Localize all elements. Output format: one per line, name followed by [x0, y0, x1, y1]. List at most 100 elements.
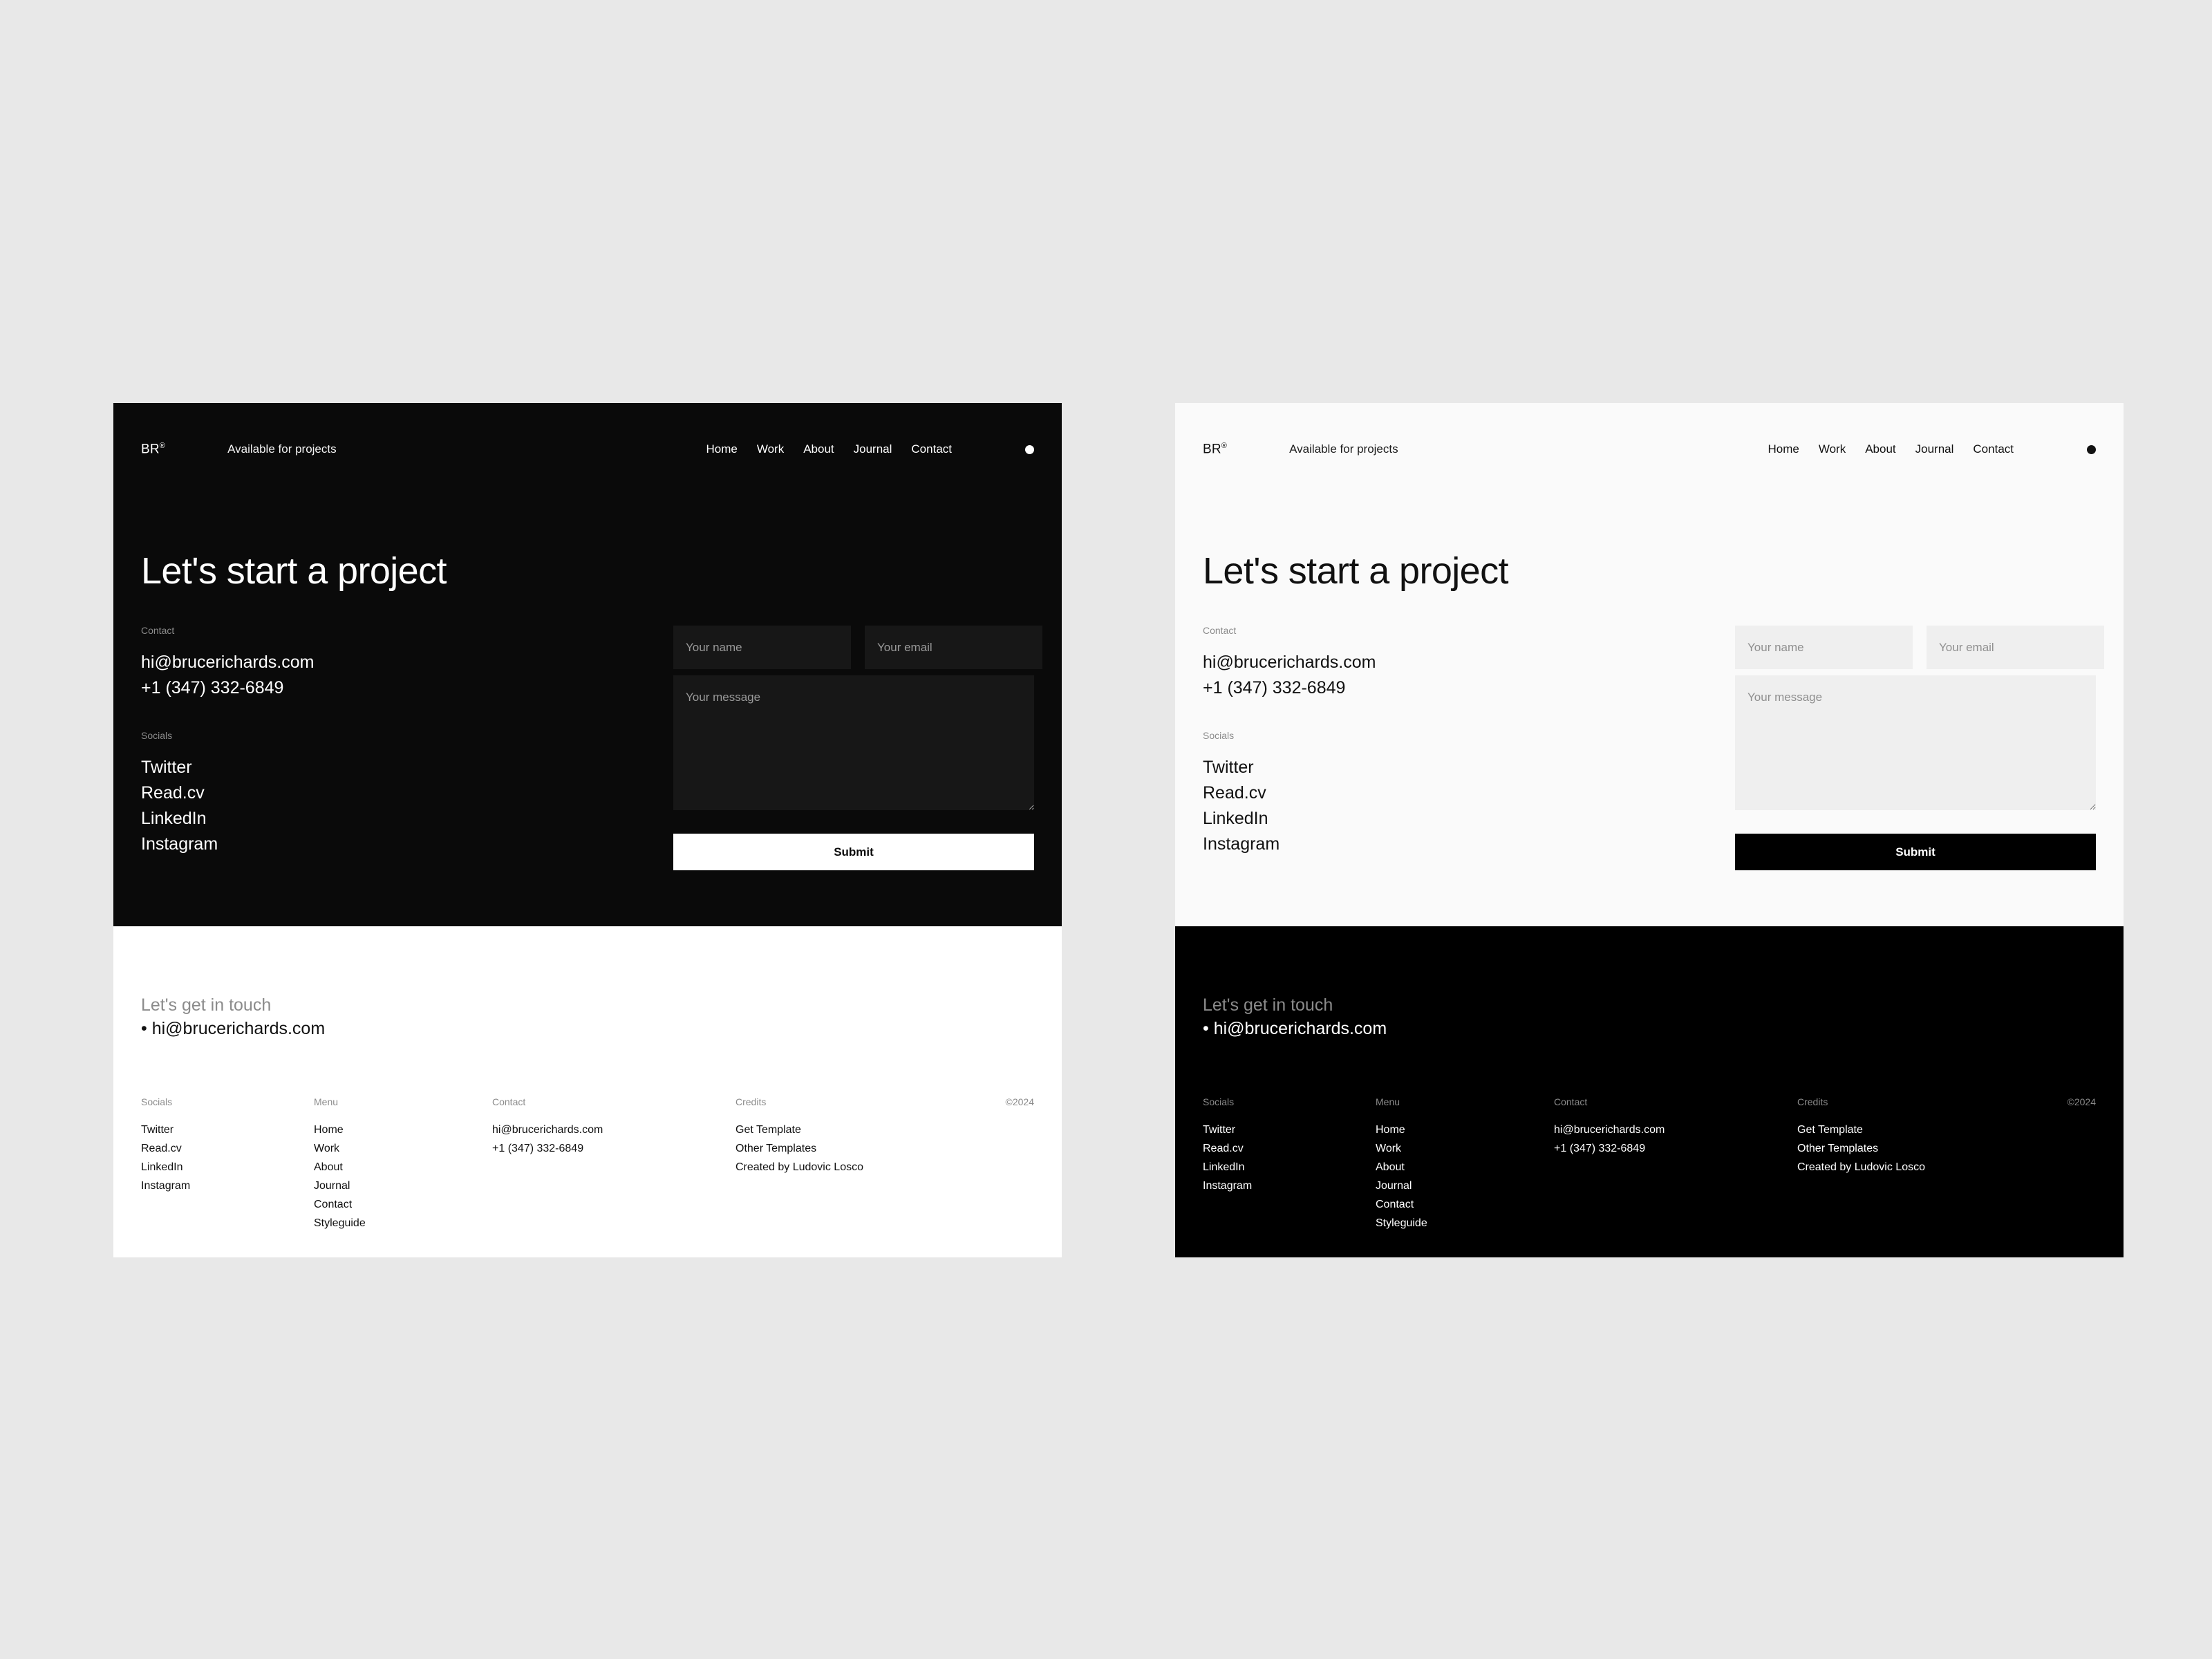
footer-menu-styleguide[interactable]: Styleguide: [1376, 1214, 1554, 1232]
footer-menu-heading: Menu: [1376, 1096, 1400, 1107]
nav-item-home[interactable]: Home: [706, 442, 737, 456]
availability-status: Available for projects: [1289, 442, 1398, 456]
message-input[interactable]: [1735, 675, 2096, 810]
submit-button[interactable]: Submit: [673, 834, 1034, 870]
social-link-instagram[interactable]: Instagram: [1203, 832, 1728, 857]
message-input[interactable]: [673, 675, 1034, 810]
submit-button[interactable]: Submit: [1735, 834, 2096, 870]
footer-menu-about[interactable]: About: [314, 1158, 492, 1177]
screenshot-canvas: BR® Available for projects Home Work Abo…: [0, 0, 2212, 1659]
social-link-readcv[interactable]: Read.cv: [1203, 780, 1728, 806]
contact-email[interactable]: hi@brucerichards.com: [1203, 650, 1728, 675]
nav-item-work[interactable]: Work: [1819, 442, 1846, 456]
social-link-twitter[interactable]: Twitter: [1203, 755, 1728, 780]
social-link-linkedin[interactable]: LinkedIn: [141, 806, 666, 832]
contact-phone[interactable]: +1 (347) 332-6849: [1203, 675, 1728, 701]
contact-label: Contact: [141, 625, 175, 636]
footer-socials-twitter[interactable]: Twitter: [1203, 1121, 1376, 1139]
footer-menu-journal[interactable]: Journal: [1376, 1177, 1554, 1195]
social-link-instagram[interactable]: Instagram: [141, 832, 666, 857]
nav-item-work[interactable]: Work: [757, 442, 784, 456]
footer-column-contact: Contact hi@brucerichards.com +1 (347) 33…: [1554, 1097, 1797, 1232]
nav-item-about[interactable]: About: [803, 442, 834, 456]
social-link-linkedin[interactable]: LinkedIn: [1203, 806, 1728, 832]
footer-socials-heading: Socials: [1203, 1096, 1235, 1107]
footer-column-menu: Menu Home Work About Journal Contact Sty…: [314, 1097, 492, 1232]
footer-menu-contact[interactable]: Contact: [1376, 1195, 1554, 1214]
footer-contact-email[interactable]: hi@brucerichards.com: [492, 1121, 735, 1139]
nav-links: Home Work About Journal Contact: [706, 442, 1034, 456]
email-input[interactable]: [1927, 626, 2104, 669]
contact-block: Contact hi@brucerichards.com +1 (347) 33…: [1203, 626, 1728, 701]
name-input[interactable]: [1735, 626, 1913, 669]
social-link-twitter[interactable]: Twitter: [141, 755, 666, 780]
menu-dot-icon[interactable]: [1025, 444, 1034, 454]
copyright: ©2024: [1005, 1096, 1034, 1107]
nav-item-journal[interactable]: Journal: [854, 442, 892, 456]
socials-label: Socials: [141, 730, 173, 741]
footer-credits-author[interactable]: Created by Ludovic Losco: [1797, 1158, 2096, 1177]
footer-credits-heading: Credits: [1797, 1096, 1828, 1107]
footer-credits-get-template[interactable]: Get Template: [1797, 1121, 2096, 1139]
registered-mark-icon: ®: [159, 441, 166, 450]
footer-socials-linkedin[interactable]: LinkedIn: [141, 1158, 314, 1177]
brand-name: BR: [141, 442, 160, 457]
footer-menu-styleguide[interactable]: Styleguide: [314, 1214, 492, 1232]
footer-menu-home[interactable]: Home: [314, 1121, 492, 1139]
footer-column-credits: Credits Get Template Other Templates Cre…: [735, 1097, 1034, 1232]
contact-phone[interactable]: +1 (347) 332-6849: [141, 675, 666, 701]
footer-menu-journal[interactable]: Journal: [314, 1177, 492, 1195]
footer-menu-heading: Menu: [314, 1096, 339, 1107]
footer-credits-author[interactable]: Created by Ludovic Losco: [735, 1158, 1034, 1177]
footer-menu-work[interactable]: Work: [314, 1139, 492, 1158]
footer-socials-linkedin[interactable]: LinkedIn: [1203, 1158, 1376, 1177]
nav-item-home[interactable]: Home: [1768, 442, 1799, 456]
menu-dot-icon[interactable]: [2087, 444, 2096, 454]
footer-contact-phone[interactable]: +1 (347) 332-6849: [492, 1139, 735, 1158]
get-in-touch-block: Let's get in touch • hi@brucerichards.co…: [141, 993, 325, 1040]
nav-item-about[interactable]: About: [1865, 442, 1895, 456]
contact-form: Submit: [1735, 626, 2104, 870]
footer-menu-work[interactable]: Work: [1376, 1139, 1554, 1158]
navbar: BR® Available for projects Home Work Abo…: [1203, 403, 2096, 469]
nav-item-contact[interactable]: Contact: [911, 442, 952, 456]
footer-contact-email[interactable]: hi@brucerichards.com: [1554, 1121, 1797, 1139]
hero-info-column: Contact hi@brucerichards.com +1 (347) 33…: [1203, 626, 1728, 870]
footer-credits-get-template[interactable]: Get Template: [735, 1121, 1034, 1139]
footer-menu-about[interactable]: About: [1376, 1158, 1554, 1177]
nav-item-contact[interactable]: Contact: [1973, 442, 2014, 456]
footer-socials-instagram[interactable]: Instagram: [1203, 1177, 1376, 1195]
contact-email[interactable]: hi@brucerichards.com: [141, 650, 666, 675]
hero-section: BR® Available for projects Home Work Abo…: [1175, 403, 2124, 926]
hero-body: Contact hi@brucerichards.com +1 (347) 33…: [141, 625, 1042, 870]
socials-label: Socials: [1203, 730, 1235, 741]
brand-logo[interactable]: BR®: [1203, 442, 1227, 457]
brand-logo[interactable]: BR®: [141, 442, 165, 457]
contact-label: Contact: [1203, 625, 1237, 636]
socials-block: Socials Twitter Read.cv LinkedIn Instagr…: [1203, 731, 1728, 857]
footer-menu-contact[interactable]: Contact: [314, 1195, 492, 1214]
footer-credits-other-templates[interactable]: Other Templates: [1797, 1139, 2096, 1158]
footer-contact-phone[interactable]: +1 (347) 332-6849: [1554, 1139, 1797, 1158]
get-in-touch-email[interactable]: • hi@brucerichards.com: [1203, 1017, 1387, 1040]
footer-socials-twitter[interactable]: Twitter: [141, 1121, 314, 1139]
nav-item-journal[interactable]: Journal: [1915, 442, 1954, 456]
footer-column-credits: Credits Get Template Other Templates Cre…: [1797, 1097, 2096, 1232]
footer-contact-heading: Contact: [492, 1096, 526, 1107]
get-in-touch-email[interactable]: • hi@brucerichards.com: [141, 1017, 325, 1040]
footer-socials-instagram[interactable]: Instagram: [141, 1177, 314, 1195]
copyright: ©2024: [2067, 1096, 2096, 1107]
email-input[interactable]: [865, 626, 1042, 669]
panel-dark-variant: BR® Available for projects Home Work Abo…: [113, 403, 1062, 1257]
footer-menu-home[interactable]: Home: [1376, 1121, 1554, 1139]
footer-socials-readcv[interactable]: Read.cv: [1203, 1139, 1376, 1158]
form-row-name-email: [1735, 626, 2104, 669]
footer-socials-readcv[interactable]: Read.cv: [141, 1139, 314, 1158]
footer-credits-heading: Credits: [735, 1096, 767, 1107]
footer-credits-other-templates[interactable]: Other Templates: [735, 1139, 1034, 1158]
name-input[interactable]: [673, 626, 851, 669]
footer-socials-heading: Socials: [141, 1096, 173, 1107]
socials-block: Socials Twitter Read.cv LinkedIn Instagr…: [141, 731, 666, 857]
panel-light-variant: BR® Available for projects Home Work Abo…: [1175, 403, 2124, 1257]
social-link-readcv[interactable]: Read.cv: [141, 780, 666, 806]
